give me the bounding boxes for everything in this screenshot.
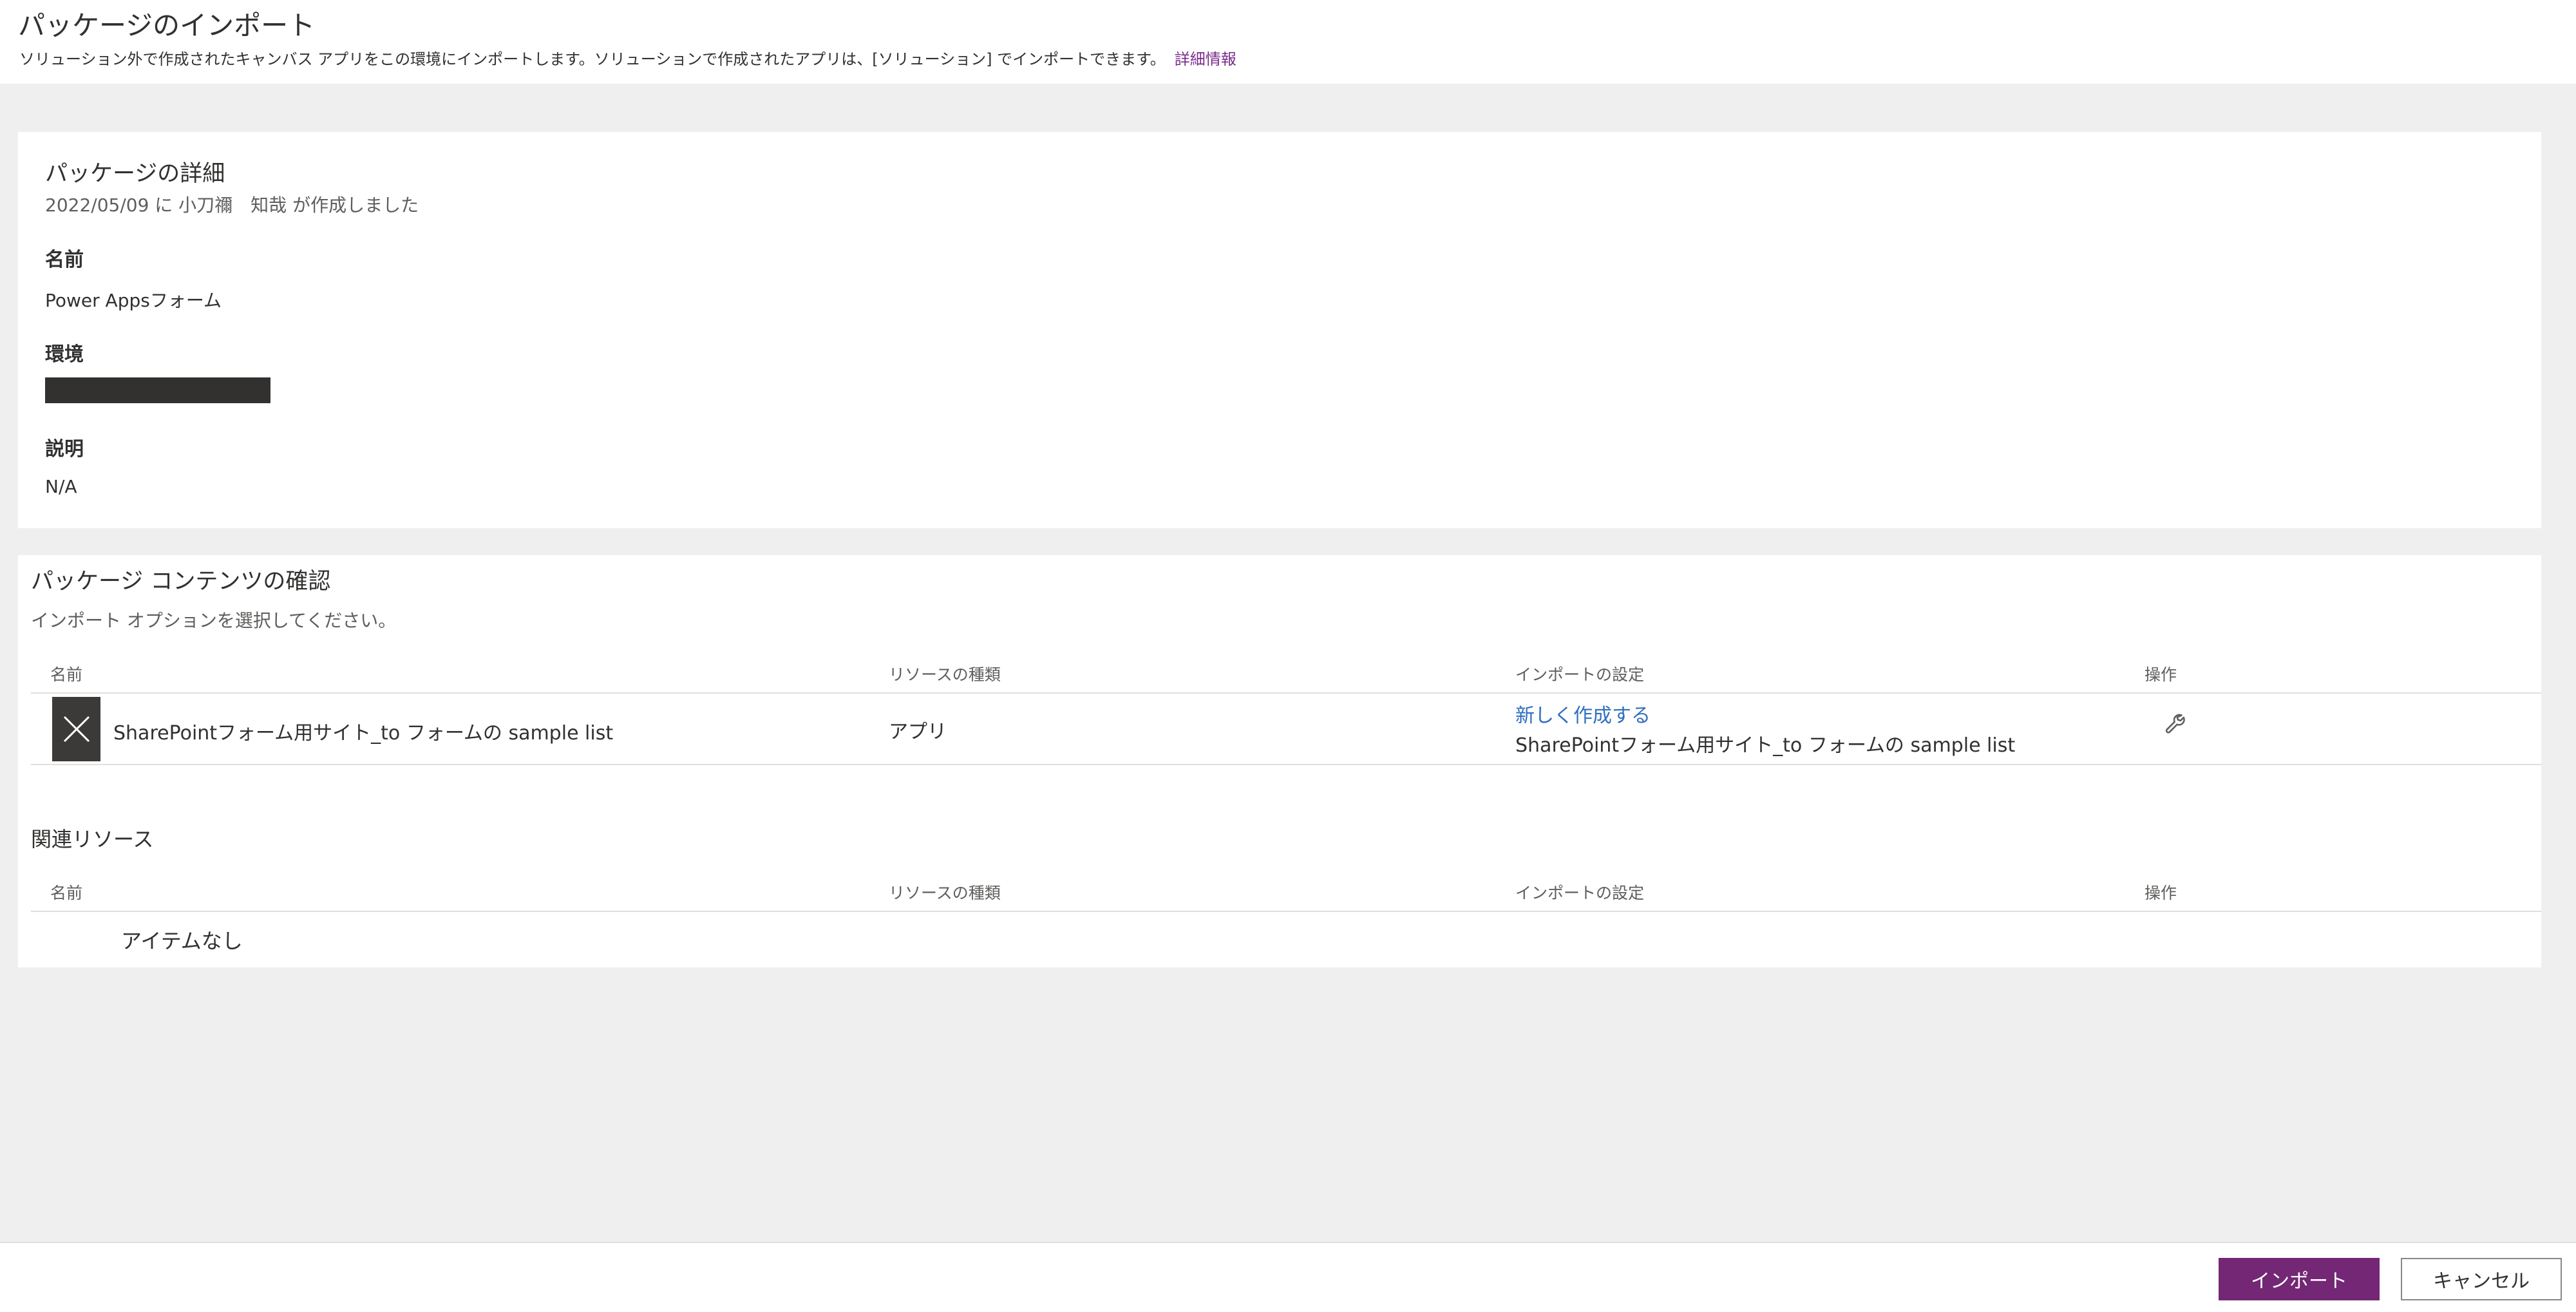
- learn-more-link[interactable]: 詳細情報: [1175, 50, 1236, 68]
- app-icon: [52, 697, 100, 761]
- page-description-text: ソリューション外で作成されたキャンバス アプリをこの環境にインポートします。ソリ…: [19, 50, 1166, 68]
- related-column-header-resource-type: リソースの種類: [889, 884, 1001, 902]
- created-info: 2022/05/09 に 小刀禰 知哉 が作成しました: [45, 195, 419, 216]
- environment-label: 環境: [45, 343, 84, 366]
- package-details-title: パッケージの詳細: [45, 161, 225, 187]
- package-details-card: パッケージの詳細 2022/05/09 に 小刀禰 知哉 が作成しました 名前 …: [18, 132, 2541, 528]
- row-resource-type: アプリ: [889, 721, 947, 743]
- footer-bar: インポート キャンセル: [0, 1242, 2576, 1312]
- related-column-header-action: 操作: [2145, 884, 2177, 902]
- table-row-divider: [31, 764, 2541, 765]
- package-contents-title: パッケージ コンテンツの確認: [31, 569, 331, 594]
- environment-value-redacted: [45, 377, 270, 403]
- name-value: Power Appsフォーム: [45, 290, 222, 311]
- row-name: SharePointフォーム用サイト_to フォームの sample list: [113, 722, 614, 745]
- package-contents-card: パッケージ コンテンツの確認 インポート オプションを選択してください。 名前 …: [18, 555, 2541, 967]
- column-header-import-setting: インポートの設定: [1515, 665, 1645, 684]
- wrench-icon-graphic: [2165, 714, 2185, 734]
- close-x-icon: [63, 716, 90, 743]
- row-import-setting-detail: SharePointフォーム用サイト_to フォームの sample list: [1515, 734, 2016, 757]
- table-header-divider: [31, 692, 2541, 694]
- description-label: 説明: [45, 438, 84, 461]
- description-value: N/A: [45, 476, 77, 497]
- related-column-header-name: 名前: [50, 884, 83, 902]
- name-label: 名前: [45, 249, 84, 271]
- page-description: ソリューション外で作成されたキャンバス アプリをこの環境にインポートします。ソリ…: [19, 46, 1236, 69]
- related-resources-title: 関連リソース: [31, 827, 154, 851]
- create-new-link[interactable]: 新しく作成する: [1515, 699, 1651, 728]
- column-header-resource-type: リソースの種類: [889, 665, 1001, 684]
- cancel-button[interactable]: キャンセル: [2401, 1258, 2562, 1300]
- page-title: パッケージのインポート: [18, 10, 316, 41]
- import-option-instruction: インポート オプションを選択してください。: [31, 610, 397, 631]
- page-header: パッケージのインポート ソリューション外で作成されたキャンバス アプリをこの環境…: [0, 0, 2576, 84]
- column-header-action: 操作: [2145, 665, 2177, 684]
- related-column-header-import-setting: インポートの設定: [1515, 884, 1645, 902]
- import-button[interactable]: インポート: [2219, 1258, 2380, 1300]
- wrench-icon[interactable]: [2163, 707, 2193, 741]
- related-header-divider: [31, 911, 2541, 912]
- no-items-text: アイテムなし: [121, 929, 243, 953]
- column-header-name: 名前: [50, 665, 83, 684]
